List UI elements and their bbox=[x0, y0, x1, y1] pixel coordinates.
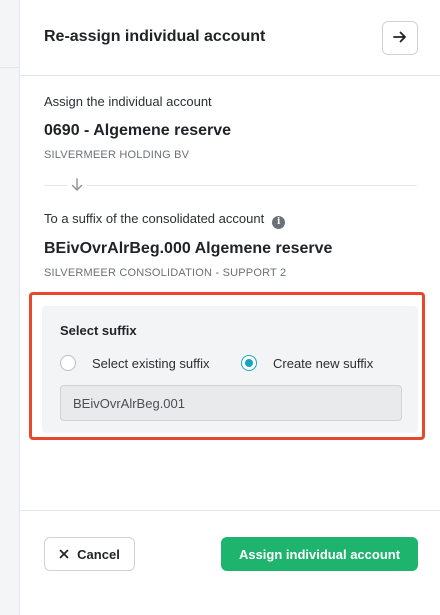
panel-header: Re-assign individual account bbox=[21, 0, 440, 76]
section-divider bbox=[44, 185, 417, 186]
panel-title: Re-assign individual account bbox=[44, 28, 266, 45]
select-suffix-title: Select suffix bbox=[60, 323, 137, 338]
target-label: To a suffix of the consolidated account bbox=[44, 211, 265, 226]
arrow-down-icon bbox=[67, 176, 87, 194]
radio-create-new-suffix[interactable]: Create new suffix bbox=[241, 354, 373, 372]
radio-label-existing: Select existing suffix bbox=[92, 355, 210, 371]
close-panel-button[interactable] bbox=[382, 21, 418, 55]
background-page-strip bbox=[0, 0, 20, 615]
assign-individual-account-button[interactable]: Assign individual account bbox=[221, 537, 418, 571]
info-icon[interactable]: i bbox=[272, 215, 286, 229]
close-icon bbox=[59, 549, 69, 559]
select-suffix-box: Select suffix Select existing suffix Cre… bbox=[42, 306, 418, 433]
target-entity: SILVERMEER CONSOLIDATION - SUPPORT 2 bbox=[44, 267, 287, 279]
radio-dot-existing[interactable] bbox=[60, 355, 76, 371]
radio-label-new: Create new suffix bbox=[273, 355, 374, 371]
target-label-row: To a suffix of the consolidated account i bbox=[44, 211, 286, 229]
source-entity: SILVERMEER HOLDING BV bbox=[44, 149, 190, 161]
panel-footer: Cancel Assign individual account bbox=[21, 510, 440, 615]
radio-dot-new[interactable] bbox=[241, 355, 257, 371]
cancel-button[interactable]: Cancel bbox=[44, 537, 135, 571]
background-divider bbox=[0, 67, 20, 68]
arrow-right-icon bbox=[393, 30, 407, 47]
cancel-label: Cancel bbox=[77, 546, 120, 562]
reassign-panel: Re-assign individual account Assign the … bbox=[21, 0, 440, 615]
source-account-name: 0690 - Algemene reserve bbox=[44, 122, 232, 139]
new-suffix-input[interactable] bbox=[60, 385, 402, 421]
source-label: Assign the individual account bbox=[44, 94, 212, 109]
radio-select-existing-suffix[interactable]: Select existing suffix bbox=[60, 354, 210, 372]
target-account-name: BEivOvrAlrBeg.000 Algemene reserve bbox=[44, 240, 333, 257]
